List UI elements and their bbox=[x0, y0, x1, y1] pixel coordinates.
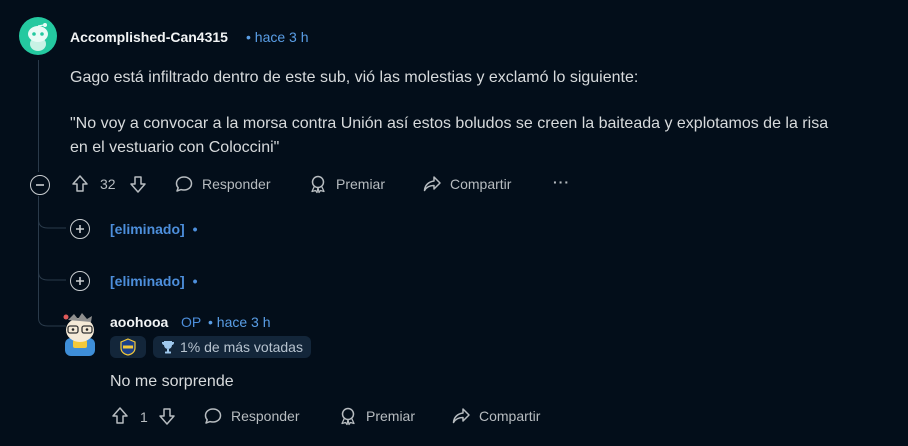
share-button[interactable]: Compartir bbox=[451, 406, 540, 426]
op-badge: OP bbox=[181, 314, 202, 330]
vote-count: 32 bbox=[100, 176, 116, 192]
award-button[interactable]: Premiar bbox=[308, 174, 385, 194]
comment-icon bbox=[204, 408, 222, 424]
reply-label: Responder bbox=[202, 176, 271, 192]
avatar[interactable] bbox=[60, 310, 100, 356]
comment-body-line-3: en el vestuario con Coloccini" bbox=[70, 139, 280, 156]
comment-author[interactable]: Accomplished-Can4315 bbox=[70, 29, 228, 45]
expand-icon bbox=[76, 225, 84, 233]
downvote-icon[interactable] bbox=[157, 406, 177, 426]
expand-button[interactable] bbox=[70, 219, 90, 239]
team-flair bbox=[110, 336, 146, 358]
top-commenter-flair: 1% de más votadas bbox=[153, 336, 311, 358]
thread-line-main bbox=[38, 60, 39, 172]
reply-button[interactable]: Responder bbox=[203, 406, 300, 426]
trophy-icon bbox=[162, 341, 174, 354]
award-label: Premiar bbox=[366, 408, 416, 424]
award-label: Premiar bbox=[336, 176, 386, 192]
deleted-reply-label[interactable]: [eliminado] • bbox=[110, 273, 197, 289]
reply-label: Responder bbox=[231, 408, 300, 424]
avatar[interactable] bbox=[19, 17, 57, 55]
share-icon bbox=[423, 176, 441, 192]
more-options-button[interactable]: ··· bbox=[553, 174, 570, 190]
deleted-reply-label[interactable]: [eliminado] • bbox=[110, 221, 197, 237]
comment-icon bbox=[175, 176, 193, 192]
share-icon bbox=[452, 408, 470, 424]
award-icon bbox=[311, 175, 325, 194]
expand-button[interactable] bbox=[70, 271, 90, 291]
share-label: Compartir bbox=[479, 408, 541, 424]
expand-icon bbox=[76, 277, 84, 285]
reply-button[interactable]: Responder bbox=[174, 174, 271, 194]
team-badge-icon bbox=[120, 338, 136, 356]
snoo-avatar-icon bbox=[28, 23, 48, 51]
reply-time: • hace 3 h bbox=[208, 314, 271, 330]
reply-author[interactable]: aoohooa bbox=[110, 314, 168, 330]
collapse-icon bbox=[36, 184, 44, 186]
comment-time: • hace 3 h bbox=[246, 29, 309, 45]
snoo-avatar-icon bbox=[63, 313, 95, 356]
comment-body-line-2: "No voy a convocar a la morsa contra Uni… bbox=[70, 115, 829, 132]
comment-body-line-1: Gago está infiltrado dentro de este sub,… bbox=[70, 69, 639, 86]
thread-connectors bbox=[38, 196, 66, 327]
collapse-button[interactable] bbox=[30, 175, 50, 195]
share-label: Compartir bbox=[450, 176, 512, 192]
award-icon bbox=[341, 407, 355, 426]
upvote-icon[interactable] bbox=[110, 406, 130, 426]
flair-label: 1% de más votadas bbox=[180, 339, 303, 355]
award-button[interactable]: Premiar bbox=[338, 406, 415, 426]
downvote-icon[interactable] bbox=[128, 174, 148, 194]
share-button[interactable]: Compartir bbox=[422, 174, 511, 194]
reply-body: No me sorprende bbox=[110, 373, 234, 390]
more-icon: ··· bbox=[553, 174, 570, 190]
upvote-icon[interactable] bbox=[70, 174, 90, 194]
vote-count: 1 bbox=[140, 409, 148, 425]
